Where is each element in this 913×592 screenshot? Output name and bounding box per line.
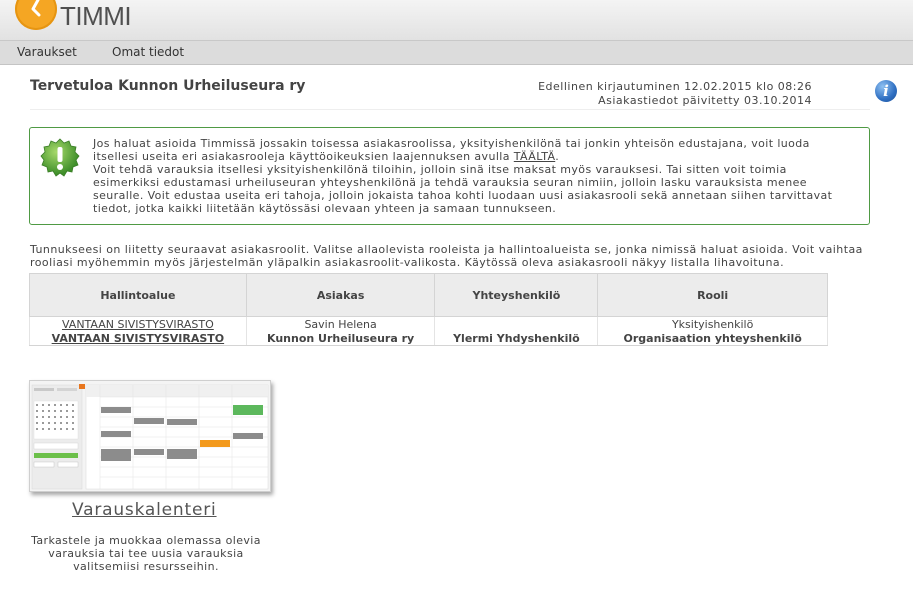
notice-text-period: . xyxy=(555,150,560,163)
notice-box: Jos haluat asioida Timmissä jossakin toi… xyxy=(29,127,870,225)
notice-text: Jos haluat asioida Timmissä jossakin toi… xyxy=(93,137,853,215)
cell-rooli: Yksityishenkilö xyxy=(597,316,828,331)
cell-yhteyshenkilo: Ylermi Yhdyshenkilö xyxy=(434,331,599,346)
customer-updated-text: Asiakastiedot päivitetty 03.10.2014 xyxy=(598,94,812,107)
roles-intro-text: Tunnukseesi on liitetty seuraavat asiaka… xyxy=(30,243,863,269)
last-login-text: Edellinen kirjautuminen 12.02.2015 klo 0… xyxy=(538,80,812,93)
notice-paragraph-2: Voit tehdä varauksia itsellesi yksityish… xyxy=(93,163,833,215)
page-title: Tervetuloa Kunnon Urheiluseura ry xyxy=(30,78,306,94)
app-header: TIMMI xyxy=(0,0,913,41)
timmi-logo-clock-icon[interactable] xyxy=(15,0,57,30)
cell-rooli: Organisaation yhteyshenkilö xyxy=(597,331,828,346)
column-header-rooli: Rooli xyxy=(597,273,828,317)
exclamation-badge-icon xyxy=(40,138,80,182)
column-header-asiakas: Asiakas xyxy=(245,273,436,317)
logo-text[interactable]: TIMMI xyxy=(60,1,132,32)
cell-hallintoalue-link[interactable]: VANTAAN SIVISTYSVIRASTO xyxy=(29,331,247,346)
calendar-thumbnail[interactable] xyxy=(29,380,271,492)
calendar-preview-image xyxy=(30,381,270,491)
column-header-hallintoalue: Hallintoalue xyxy=(29,273,247,317)
customer-roles-table: Hallintoalue Asiakas Yhteyshenkilö Rooli… xyxy=(29,273,828,346)
table-row-active[interactable]: VANTAAN SIVISTYSVIRASTO Kunnon Urheiluse… xyxy=(29,331,828,346)
divider xyxy=(30,109,870,110)
cell-asiakas: Savin Helena xyxy=(245,316,436,331)
cell-yhteyshenkilo xyxy=(434,316,599,331)
login-info: Edellinen kirjautuminen 12.02.2015 klo 0… xyxy=(538,80,812,108)
clock-hands-icon xyxy=(31,0,41,17)
notice-text-part1: Jos haluat asioida Timmissä jossakin toi… xyxy=(93,137,810,163)
cell-hallintoalue-link[interactable]: VANTAAN SIVISTYSVIRASTO xyxy=(29,316,247,331)
column-header-yhteyshenkilo: Yhteyshenkilö xyxy=(434,273,599,317)
info-icon[interactable]: i xyxy=(875,80,897,102)
calendar-link-title[interactable]: Varauskalenteri xyxy=(72,500,217,520)
taalta-link[interactable]: TÄÄLTÄ xyxy=(514,150,555,163)
main-nav: Varaukset Omat tiedot xyxy=(0,41,913,65)
nav-item-varaukset[interactable]: Varaukset xyxy=(17,45,77,59)
cell-asiakas: Kunnon Urheiluseura ry xyxy=(245,331,436,346)
calendar-description: Tarkastele ja muokkaa olemassa olevia va… xyxy=(31,534,261,573)
table-row[interactable]: VANTAAN SIVISTYSVIRASTO Savin Helena Yks… xyxy=(29,316,828,331)
nav-item-omat-tiedot[interactable]: Omat tiedot xyxy=(112,45,184,59)
